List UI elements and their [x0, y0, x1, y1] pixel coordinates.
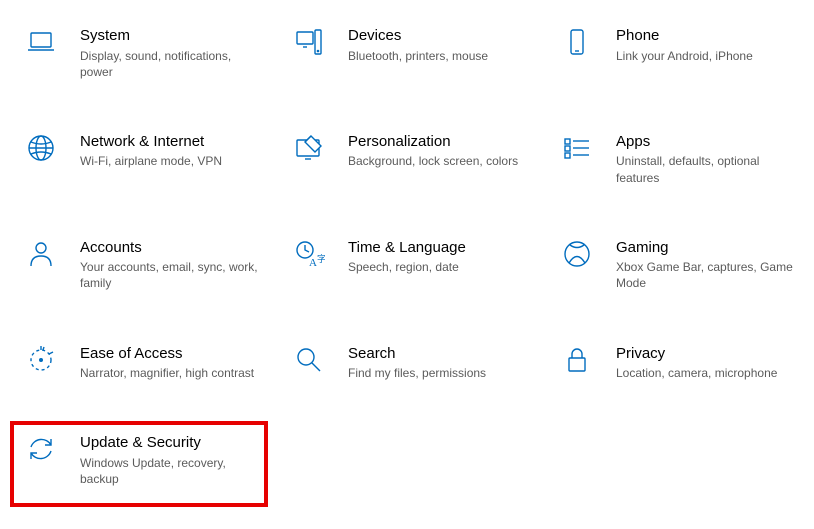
tile-title: Network & Internet [80, 132, 258, 152]
settings-tile-gaming[interactable]: GamingXbox Game Bar, captures, Game Mode [546, 232, 804, 298]
lock-icon [556, 344, 598, 376]
time-lang-icon [288, 238, 330, 270]
sync-icon [20, 433, 62, 465]
tile-description: Wi-Fi, airplane mode, VPN [80, 153, 258, 169]
tile-description: Speech, region, date [348, 259, 526, 275]
tile-title: Search [348, 344, 526, 364]
tile-title: Update & Security [80, 433, 258, 453]
globe-icon [20, 132, 62, 164]
tile-description: Display, sound, notifications, power [80, 48, 258, 80]
tile-title: Apps [616, 132, 794, 152]
settings-tile-devices[interactable]: Devices Bluetooth, printers, mouse [278, 20, 536, 86]
settings-tile-phone[interactable]: Phone Link your Android, iPhone [546, 20, 804, 86]
settings-tile-system[interactable]: SystemDisplay, sound, notifications, pow… [10, 20, 268, 86]
tile-title: Time & Language [348, 238, 526, 258]
laptop-icon [20, 26, 62, 58]
settings-tile-personalization[interactable]: PersonalizationBackground, lock screen, … [278, 126, 536, 192]
tile-title: Gaming [616, 238, 794, 258]
tile-description: Location, camera, microphone [616, 365, 794, 381]
pen-monitor-icon [288, 132, 330, 164]
tile-description: Link your Android, iPhone [616, 48, 794, 64]
apps-list-icon [556, 132, 598, 164]
settings-tile-privacy[interactable]: PrivacyLocation, camera, microphone [546, 338, 804, 388]
search-icon [288, 344, 330, 376]
tile-title: Privacy [616, 344, 794, 364]
tile-description: Background, lock screen, colors [348, 153, 526, 169]
tile-description: Uninstall, defaults, optional features [616, 153, 794, 185]
person-icon [20, 238, 62, 270]
settings-tile-search[interactable]: SearchFind my files, permissions [278, 338, 536, 388]
settings-tile-ease[interactable]: Ease of AccessNarrator, magnifier, high … [10, 338, 268, 388]
tile-description: Windows Update, recovery, backup [80, 455, 258, 487]
tile-title: Devices [348, 26, 526, 46]
tile-description: Your accounts, email, sync, work, family [80, 259, 258, 291]
settings-tile-accounts[interactable]: AccountsYour accounts, email, sync, work… [10, 232, 268, 298]
tile-description: Narrator, magnifier, high contrast [80, 365, 258, 381]
tile-description: Find my files, permissions [348, 365, 526, 381]
tile-title: System [80, 26, 258, 46]
tile-title: Accounts [80, 238, 258, 258]
devices-icon [288, 26, 330, 58]
settings-tile-network[interactable]: Network & InternetWi-Fi, airplane mode, … [10, 126, 268, 192]
tile-title: Ease of Access [80, 344, 258, 364]
settings-tile-apps[interactable]: AppsUninstall, defaults, optional featur… [546, 126, 804, 192]
settings-tile-time[interactable]: Time & LanguageSpeech, region, date [278, 232, 536, 298]
xbox-icon [556, 238, 598, 270]
tile-description: Xbox Game Bar, captures, Game Mode [616, 259, 794, 291]
ease-icon [20, 344, 62, 376]
tile-title: Phone [616, 26, 794, 46]
tile-title: Personalization [348, 132, 526, 152]
settings-tile-update[interactable]: Update & SecurityWindows Update, recover… [10, 421, 268, 507]
phone-icon [556, 26, 598, 58]
tile-description: Bluetooth, printers, mouse [348, 48, 526, 64]
